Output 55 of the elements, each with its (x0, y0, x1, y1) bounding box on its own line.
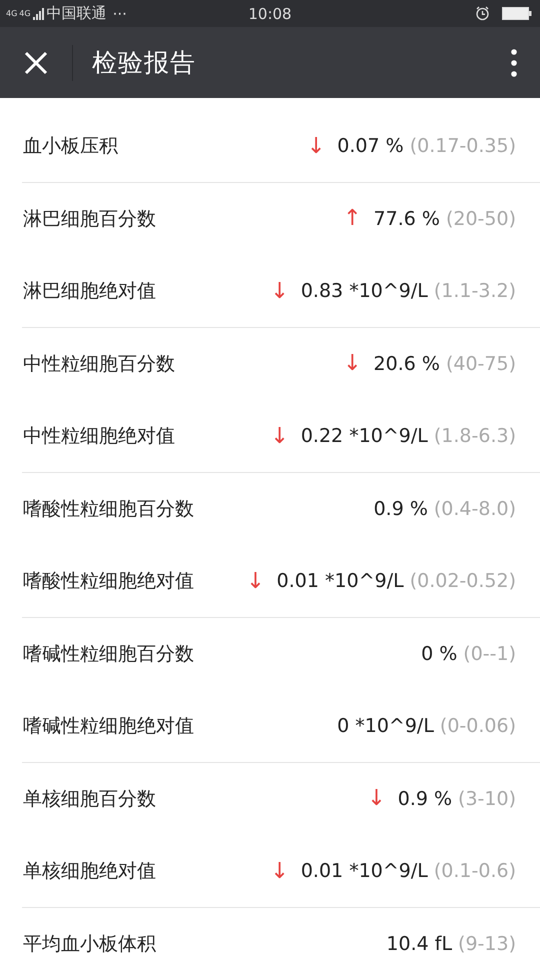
arrow-icon: ↑ (343, 206, 362, 232)
result-value: 77.6 % (374, 208, 440, 230)
test-name: 嗜酸性粒细胞百分数 (23, 496, 195, 522)
reference-range: (1.8-6.3) (434, 425, 516, 448)
test-name: 平均血小板体积 (23, 932, 157, 957)
page-title: 检验报告 (92, 47, 197, 79)
alarm-icon (475, 6, 490, 21)
reference-range: (0.17-0.35) (410, 135, 516, 158)
arrow-icon: ↓ (367, 786, 386, 812)
reference-range: (0.4-8.0) (434, 498, 516, 520)
reference-range: (20-50) (446, 208, 516, 230)
test-name: 血小板压积 (23, 134, 119, 160)
test-name: 中性粒细胞绝对值 (23, 424, 176, 450)
result-value: 0.9 % (374, 498, 428, 520)
battery-icon (502, 7, 532, 20)
result-value: 0 *10^9/L (337, 715, 434, 738)
result-value: 0.83 *10^9/L (300, 280, 428, 302)
test-name: 嗜酸性粒细胞绝对值 (23, 569, 195, 594)
test-name: 淋巴细胞绝对值 (23, 279, 157, 304)
reference-range: (0-0.06) (440, 715, 516, 738)
clock-time: 10:08 (248, 4, 292, 22)
carrier-name: 中国联通 (46, 4, 107, 23)
result-value: 0.9 % (398, 788, 452, 810)
reference-range: (0--1) (463, 642, 516, 665)
network-type: 4G (19, 10, 31, 18)
reference-range: (1.1-3.2) (434, 280, 516, 302)
result-value: 0 % (421, 642, 458, 665)
test-name: 中性粒细胞百分数 (23, 352, 176, 377)
reference-range: (40-75) (446, 352, 516, 375)
arrow-icon: ↓ (343, 351, 362, 376)
arrow-icon: ↓ (306, 134, 326, 159)
more-icon (511, 48, 517, 76)
arrow-icon: ↓ (270, 278, 289, 304)
signal-icon (32, 8, 45, 20)
test-name: 淋巴细胞百分数 (23, 206, 157, 232)
result-value: 0.22 *10^9/L (300, 425, 428, 448)
arrow-icon: ↓ (270, 858, 289, 884)
reference-range: (0.1-0.6) (434, 860, 516, 882)
reference-range: (0.02-0.52) (410, 570, 516, 592)
result-value: 0.01 *10^9/L (300, 860, 428, 882)
test-name: 单核细胞绝对值 (23, 859, 157, 884)
result-value: 0.01 *10^9/L (276, 570, 404, 592)
arrow-icon: ↓ (246, 568, 265, 594)
network-type: 4G (6, 10, 18, 18)
test-name: 嗜碱性粒细胞绝对值 (23, 714, 195, 740)
arrow-icon: ↓ (270, 424, 289, 449)
result-value: 10.4 fL (386, 932, 452, 955)
result-value: 0.07 % (337, 135, 404, 158)
result-value: 20.6 % (374, 352, 440, 375)
test-name: 嗜碱性粒细胞百分数 (23, 642, 195, 667)
reference-range: (3-10) (458, 788, 516, 810)
close-icon (24, 50, 48, 74)
test-name: 单核细胞百分数 (23, 786, 157, 812)
reference-range: (9-13) (458, 932, 516, 955)
more-indicator: ··· (112, 4, 127, 22)
